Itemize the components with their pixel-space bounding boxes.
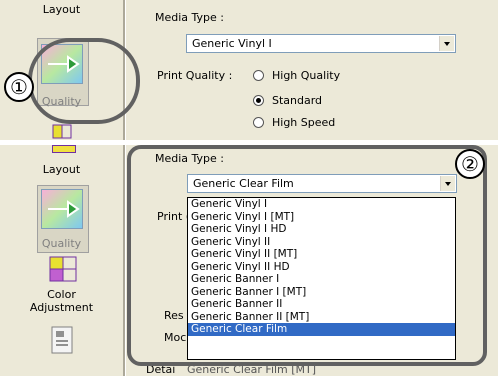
- media-type-label: Media Type :: [155, 11, 225, 24]
- media-type-dropdown-list[interactable]: Generic Vinyl I Generic Vinyl I [MT] Gen…: [187, 197, 456, 360]
- color-adjustment-icon[interactable]: [48, 255, 78, 285]
- main-settings: Media Type : Generic Vinyl I Print Quali…: [140, 0, 490, 140]
- radio-standard[interactable]: [253, 95, 264, 106]
- sidebar-item-color-line1[interactable]: Color: [0, 288, 123, 301]
- sidebar-divider: [123, 145, 126, 376]
- radio-high-speed[interactable]: [253, 117, 264, 128]
- dropdown-option[interactable]: Generic Vinyl I HD: [188, 223, 455, 236]
- radio-label-standard: Standard: [272, 94, 323, 107]
- media-type-value: Generic Vinyl I: [192, 37, 272, 50]
- radio-label-high-quality: High Quality: [272, 69, 341, 82]
- dropdown-option[interactable]: Generic Banner II [MT]: [188, 311, 455, 324]
- layout-icon[interactable]: [52, 145, 76, 153]
- dropdown-option[interactable]: Generic Vinyl I [MT]: [188, 211, 455, 224]
- document-settings-icon[interactable]: [48, 325, 78, 357]
- sidebar-item-quality-label: Quality: [41, 237, 82, 250]
- dropdown-option[interactable]: Generic Banner I: [188, 273, 455, 286]
- radio-label-high-speed: High Speed: [272, 116, 336, 129]
- radio-high-quality[interactable]: [253, 70, 264, 81]
- dropdown-option[interactable]: Generic Banner I [MT]: [188, 286, 455, 299]
- step-number-2: ②: [455, 149, 485, 179]
- dropdown-option[interactable]: Generic Vinyl II: [188, 236, 455, 249]
- dropdown-option[interactable]: Generic Vinyl II HD: [188, 261, 455, 274]
- dropdown-option-selected[interactable]: Generic Clear Film: [188, 323, 455, 336]
- sidebar-item-layout[interactable]: Layout: [0, 3, 123, 16]
- sidebar-item-color-line2[interactable]: Adjustment: [0, 301, 123, 314]
- color-adjustment-icon[interactable]: [52, 123, 74, 140]
- highlight-ring-1: [28, 38, 140, 124]
- dropdown-option[interactable]: Generic Vinyl I: [188, 198, 455, 211]
- step-number-1: ①: [4, 72, 34, 102]
- top-panel: Layout Quality Media Type : Generic Viny…: [0, 0, 498, 140]
- dropdown-option[interactable]: Generic Vinyl II [MT]: [188, 248, 455, 261]
- sidebar-item-layout[interactable]: Layout: [0, 163, 123, 176]
- quality-icon[interactable]: [41, 189, 83, 229]
- dropdown-option[interactable]: Generic Banner II: [188, 298, 455, 311]
- chevron-down-icon[interactable]: [439, 36, 454, 51]
- print-quality-label: Print Quality :: [157, 69, 233, 82]
- media-type-select[interactable]: Generic Vinyl I: [186, 34, 456, 53]
- sidebar: Layout Quality Color Adjustment: [0, 145, 123, 376]
